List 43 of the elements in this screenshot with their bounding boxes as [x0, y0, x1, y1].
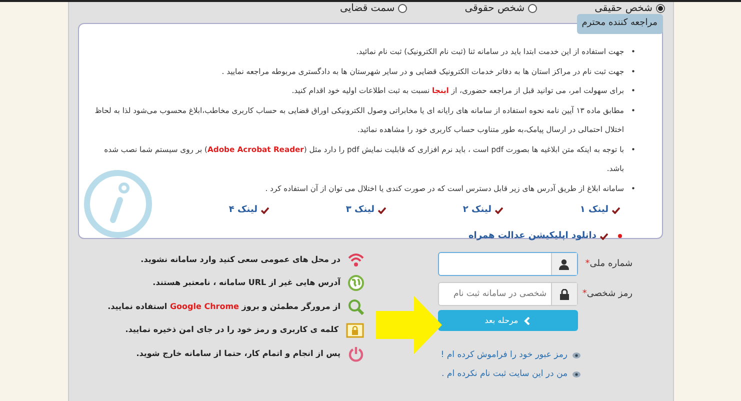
eye-icon	[572, 370, 580, 378]
app-download-link[interactable]: دانلود اپلیکیشن عدالت همراه	[468, 230, 596, 243]
tip-text: کلمه ی کاربری و رمز خود را در جای امن ذخیره نمایید.	[125, 324, 338, 336]
check-icon	[600, 232, 608, 240]
lock-icon	[560, 288, 568, 300]
check-icon	[378, 207, 386, 214]
help-link[interactable]: رمز عبور خود را فراموش کرده ام !	[440, 349, 568, 362]
info-icon	[82, 168, 154, 240]
radio-label: سمت قضایی	[340, 2, 395, 16]
help-link[interactable]: من در این سایت ثبت نام نکرده ام .	[442, 368, 568, 380]
eye-icon	[572, 352, 580, 359]
radio-button[interactable]	[656, 4, 664, 13]
mirror-link[interactable]: لینک ۴	[228, 204, 258, 218]
required-mark: *	[585, 259, 590, 269]
input-field[interactable]	[438, 252, 578, 276]
notice-title: مراجعه کننده محترم	[576, 14, 662, 34]
radio-label: شخص حقیقی	[594, 2, 652, 16]
required-mark: *	[582, 289, 587, 299]
wifi-icon	[348, 252, 364, 267]
tip-text: در محل های عمومی سعی کنید وارد سامانه نشوید.	[140, 254, 340, 266]
search-icon	[348, 298, 364, 315]
field-label: رمز شخصی	[586, 289, 632, 299]
lock-screen-icon	[346, 322, 364, 338]
chevron-icon	[524, 316, 530, 324]
tip-text: آدرس هایی غیر از URL سامانه ، نامعتبر هستند.	[152, 277, 340, 290]
check-icon	[494, 207, 502, 214]
check-icon	[260, 207, 268, 214]
check-icon	[612, 207, 620, 214]
arrow-icon	[376, 296, 442, 354]
power-icon	[348, 346, 364, 362]
input-field[interactable]: شخصی در سامانه ثبت نام	[438, 282, 578, 306]
radio-label: شخص حقوقی	[464, 2, 525, 16]
tip-text: پس از انجام و اتمام کار، حتما از سامانه خارج شوید.	[136, 348, 340, 360]
radio-button[interactable]	[398, 4, 407, 13]
mirror-link[interactable]: لینک ۳	[346, 204, 374, 218]
globe-icon	[348, 275, 364, 292]
radio-button[interactable]	[528, 4, 537, 13]
user-icon	[559, 258, 569, 270]
bullet-dot	[618, 234, 622, 238]
password-input[interactable]: شخصی در سامانه ثبت نام	[438, 283, 550, 305]
mirror-link[interactable]: لینک ۱	[580, 204, 608, 218]
mirror-link[interactable]: لینک ۲	[462, 204, 492, 218]
field-label: شماره ملی	[590, 259, 632, 269]
